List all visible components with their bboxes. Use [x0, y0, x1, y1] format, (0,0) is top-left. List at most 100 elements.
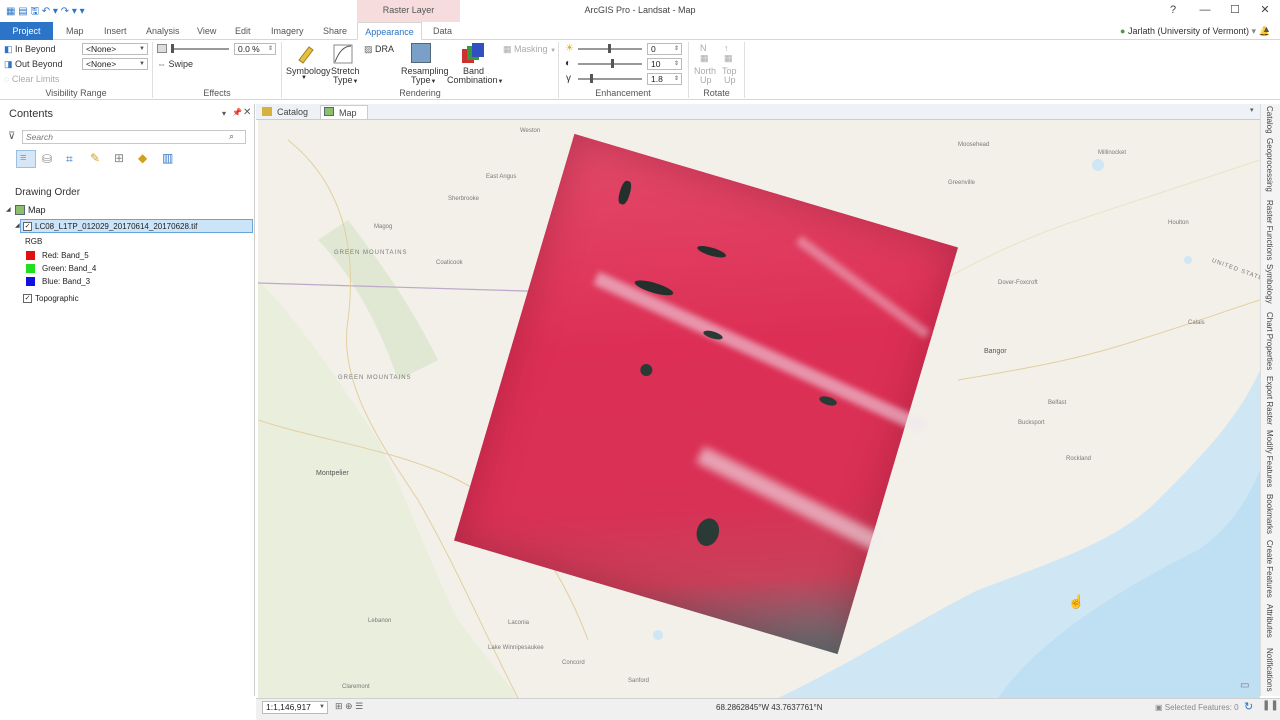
brightness-field[interactable]: 0 ⇕	[647, 43, 682, 55]
dock-tab-bookmarks[interactable]: Bookmarks	[1265, 494, 1274, 534]
masking-icon: ▦	[503, 44, 512, 54]
tab-appearance[interactable]: Appearance	[357, 22, 422, 40]
rgb-label: RGB	[25, 237, 43, 246]
transparency-field[interactable]: 0.0 % ⇕	[234, 43, 276, 55]
pane-menu-icon[interactable]: ▾	[222, 109, 226, 118]
blue-band-label: Blue: Band_3	[42, 277, 91, 286]
stretch-type-button-line2[interactable]: Type▼	[333, 75, 358, 85]
green-swatch[interactable]	[26, 264, 35, 273]
close-pane-icon[interactable]: ✕	[243, 107, 251, 118]
filter-icon[interactable]: ⊽	[8, 131, 15, 142]
clear-limits-button[interactable]: ◌ Clear Limits	[4, 74, 59, 84]
north-arrow-icon: N ▦	[700, 43, 709, 63]
expand-icon[interactable]: ◢	[6, 206, 11, 213]
brightness-slider-thumb[interactable]	[608, 44, 611, 53]
blue-swatch[interactable]	[26, 277, 35, 286]
dock-tab-catalog[interactable]: Catalog	[1265, 106, 1274, 134]
map-label: Bucksport	[1018, 420, 1045, 426]
hand-cursor-icon: ☝	[1068, 594, 1085, 609]
tab-insert[interactable]: Insert	[96, 22, 135, 40]
tab-share[interactable]: Share	[315, 22, 355, 40]
toc-raster-layer[interactable]: LC08_L1TP_012029_20170614_20170628.tif	[35, 222, 197, 231]
out-beyond-button[interactable]: ◨ Out Beyond	[4, 59, 63, 70]
dock-tab-chart-properties[interactable]: Chart Properties	[1265, 312, 1274, 370]
fixed-zoom-icon[interactable]: ⊞ ⊕ ☰	[335, 701, 363, 712]
tab-data[interactable]: Data	[425, 22, 460, 40]
toc-topographic-layer[interactable]: Topographic	[35, 294, 79, 303]
map-label: GREEN MOUNTAINS	[338, 375, 412, 381]
swipe-icon: ⇔	[157, 59, 166, 69]
list-by-labeling-icon[interactable]: ◆	[138, 151, 147, 165]
top-up-button-line2[interactable]: Up	[724, 75, 736, 85]
symbology-icon[interactable]	[297, 44, 315, 64]
stretch-type-icon[interactable]	[333, 44, 353, 64]
pin-icon[interactable]: 📌	[232, 108, 242, 117]
close-button[interactable]: ✕	[1250, 0, 1280, 20]
transparency-slider-thumb[interactable]	[171, 44, 174, 53]
contrast-slider[interactable]	[578, 63, 642, 65]
selected-features-count[interactable]: ▣ Selected Features: 0	[1155, 703, 1239, 712]
chevron-down-icon: ▼	[430, 79, 437, 85]
dock-tab-modify-features[interactable]: Modify Features	[1265, 430, 1274, 487]
pause-drawing-icon[interactable]: ❚❚	[1262, 700, 1279, 711]
out-beyond-dropdown[interactable]: <None> ▼	[82, 58, 148, 70]
scale-dropdown[interactable]: 1:1,146,917 ▼	[262, 701, 328, 714]
tab-project[interactable]: Project	[0, 22, 53, 40]
gamma-field[interactable]: 1.8 ⇕	[647, 73, 682, 85]
minimize-button[interactable]: —	[1190, 0, 1220, 20]
dock-tab-geoprocessing[interactable]: Geoprocessing	[1265, 138, 1274, 192]
contrast-field[interactable]: 10 ⇕	[647, 58, 682, 70]
list-by-snapping-icon[interactable]: ⊞	[114, 151, 124, 165]
dock-tab-export-raster[interactable]: Export Raster	[1265, 376, 1274, 425]
list-by-selection-icon[interactable]: ⌗	[66, 152, 73, 167]
toc-map-item[interactable]: Map	[28, 205, 46, 215]
tab-edit[interactable]: Edit	[227, 22, 259, 40]
transparency-slider[interactable]	[171, 48, 229, 50]
contents-search-input[interactable]: Search	[22, 130, 246, 144]
transparency-value: 0.0 %	[238, 44, 260, 54]
in-beyond-dropdown[interactable]: <None> ▼	[82, 43, 148, 55]
maximize-button[interactable]: ☐	[1220, 0, 1250, 20]
chevron-down-icon[interactable]: ▼	[301, 75, 307, 81]
zoom-in-icon: ◧	[4, 44, 13, 54]
tab-view[interactable]: View	[189, 22, 224, 40]
resampling-icon[interactable]	[411, 43, 431, 63]
search-icon[interactable]: ⌕	[229, 131, 234, 142]
contrast-slider-thumb[interactable]	[611, 59, 614, 68]
topographic-visibility-checkbox[interactable]: ✓	[23, 294, 32, 303]
dock-tab-notifications[interactable]: Notifications	[1265, 648, 1274, 692]
symbology-button[interactable]: Symbology	[286, 66, 331, 76]
gamma-slider-thumb[interactable]	[590, 74, 593, 83]
band-combination-icon[interactable]	[462, 43, 484, 65]
layer-visibility-checkbox[interactable]: ✓	[23, 222, 32, 231]
dock-tab-create-features[interactable]: Create Features	[1265, 540, 1274, 598]
ribbon-collapse-icon[interactable]: ▲	[1262, 24, 1271, 34]
user-name: Jarlath (University of Vermont)	[1127, 26, 1249, 36]
band-combination-button[interactable]: Combination▼	[447, 75, 503, 85]
quick-access-toolbar[interactable]: ▦ ▤ 🖫 ↶ ▾ ↷ ▾ ▾	[6, 4, 85, 21]
list-by-charts-icon[interactable]: ▥	[162, 151, 173, 165]
dra-button[interactable]: ▨ DRA	[364, 44, 394, 55]
tab-analysis[interactable]: Analysis	[138, 22, 188, 40]
tab-map[interactable]: Map	[58, 22, 92, 40]
refresh-icon[interactable]: ↻	[1244, 700, 1253, 713]
list-by-editing-icon[interactable]: ✎	[90, 151, 100, 165]
dock-tab-attributes[interactable]: Attributes	[1265, 604, 1274, 638]
view-tab-catalog-label: Catalog	[277, 107, 309, 117]
view-menu-icon[interactable]: ▾	[1250, 106, 1254, 114]
dock-tab-raster-functions[interactable]: Raster Functions	[1265, 200, 1274, 260]
in-beyond-button[interactable]: ◧ In Beyond	[4, 44, 56, 55]
gamma-slider[interactable]	[578, 78, 642, 80]
expand-icon[interactable]: ◢	[15, 222, 20, 229]
map-view[interactable]: Weston East Angus Sherbrooke Magog Coati…	[258, 120, 1260, 698]
help-button[interactable]: ?	[1158, 0, 1188, 20]
map-notes-icon[interactable]: ▭	[1240, 680, 1249, 691]
tab-imagery[interactable]: Imagery	[263, 22, 312, 40]
list-by-source-icon[interactable]: ⛁	[42, 152, 52, 166]
resampling-type-button[interactable]: Type▼	[411, 75, 436, 85]
north-up-button-line2[interactable]: Up	[700, 75, 712, 85]
masking-button[interactable]: ▦ Masking ▼	[503, 44, 556, 55]
dock-tab-symbology[interactable]: Symbology	[1265, 264, 1274, 304]
red-swatch[interactable]	[26, 251, 35, 260]
swipe-button[interactable]: ⇔ Swipe	[157, 59, 193, 69]
